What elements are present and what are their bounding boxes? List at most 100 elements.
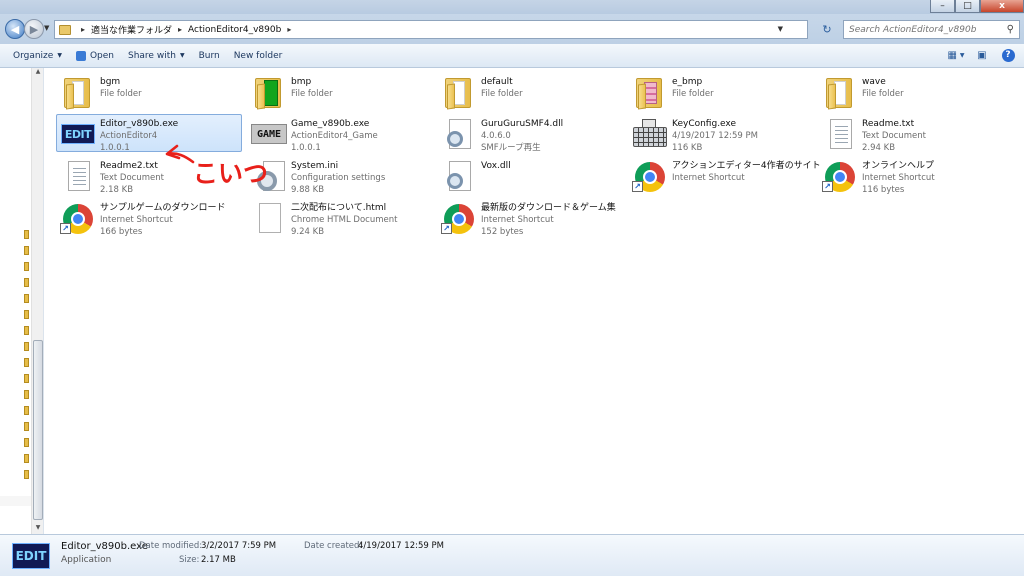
chevron-right-icon[interactable]: ▸ — [287, 25, 291, 34]
folder-pink-icon — [632, 75, 668, 110]
nav-item-icon[interactable] — [24, 390, 29, 399]
scroll-up-icon[interactable]: ▲ — [32, 68, 44, 78]
refresh-button[interactable]: ↻ — [815, 20, 839, 39]
file-item[interactable]: wave File folder — [818, 72, 1004, 110]
chevron-right-icon[interactable]: ▸ — [81, 25, 85, 34]
search-input[interactable] — [849, 24, 999, 35]
organize-button[interactable]: Organize ▼ — [6, 46, 69, 66]
nav-item-icon[interactable] — [24, 294, 29, 303]
close-button[interactable]: x — [980, 0, 1024, 13]
file-name: wave — [862, 77, 886, 87]
file-name: 二次配布について.html — [291, 203, 387, 213]
file-detail-2: 152 bytes — [481, 227, 524, 237]
scroll-thumb[interactable] — [33, 340, 43, 520]
preview-pane-button[interactable]: ▣ — [974, 47, 990, 63]
breadcrumb-current[interactable]: ActionEditor4_v890b — [188, 25, 281, 35]
back-button[interactable]: ◀ — [5, 19, 25, 39]
organize-label: Organize — [13, 50, 54, 61]
file-item[interactable]: default File folder — [437, 72, 623, 110]
address-dropdown-icon[interactable]: ▼ — [778, 25, 783, 33]
file-name: オンラインヘルプ — [862, 161, 935, 171]
folder-icon — [822, 75, 858, 110]
file-name: System.ini — [291, 161, 339, 171]
nav-item-icon[interactable] — [24, 230, 29, 239]
nav-item-icon[interactable] — [24, 454, 29, 463]
nav-item-icon[interactable] — [24, 374, 29, 383]
open-button[interactable]: Open — [69, 46, 121, 66]
folder-icon — [60, 75, 96, 110]
file-detail-1: File folder — [291, 89, 333, 99]
date-created-value: 4/19/2017 12:59 PM — [358, 541, 444, 551]
file-detail-1: Configuration settings — [291, 173, 386, 183]
date-modified-label: Date modified: — [139, 541, 203, 551]
new-folder-button[interactable]: New folder — [227, 46, 290, 66]
file-item[interactable]: e_bmp File folder — [628, 72, 814, 110]
nav-horizontal-scrollbar[interactable] — [0, 496, 31, 506]
file-item[interactable]: ↗ サンプルゲームのダウンロード Internet Shortcut 166 byte… — [56, 198, 242, 237]
file-name: Editor_v890b.exe — [100, 119, 179, 129]
nav-item-icon[interactable] — [24, 406, 29, 415]
help-icon: ? — [1001, 48, 1015, 62]
address-row: ◀ ▶ ▼ ▸ 適当な作業フォルダ ▸ ActionEditor4_v890b … — [0, 14, 1024, 44]
search-box[interactable]: ⚲ — [843, 20, 1020, 39]
arrow-left-icon: ◀ — [10, 22, 20, 36]
nav-item-icon[interactable] — [24, 262, 29, 271]
size-label: Size: — [179, 555, 200, 565]
nav-item-icon[interactable] — [24, 438, 29, 447]
nav-item-icon[interactable] — [24, 358, 29, 367]
search-icon[interactable]: ⚲ — [1007, 24, 1014, 35]
maximize-button[interactable]: □ — [955, 0, 980, 13]
file-name: アクションエディター4作者のサイト — [672, 161, 821, 171]
burn-button[interactable]: Burn — [192, 46, 227, 66]
folder-green-icon — [251, 75, 287, 110]
scroll-down-icon[interactable]: ▼ — [32, 524, 44, 534]
file-item[interactable]: KeyConfig.exe 4/19/2017 12:59 PM 116 KB — [628, 114, 814, 153]
size-value: 2.17 MB — [201, 555, 236, 565]
nav-item-icon[interactable] — [24, 326, 29, 335]
share-with-button[interactable]: Share with ▼ — [121, 46, 192, 66]
nav-item-icon[interactable] — [24, 246, 29, 255]
file-name: GuruGuruSMF4.dll — [481, 119, 564, 129]
file-detail-2: SMFループ再生 — [481, 143, 541, 153]
preview-pane-icon: ▣ — [977, 49, 987, 61]
nav-item-icon[interactable] — [24, 278, 29, 287]
file-detail-2: 116 bytes — [862, 185, 905, 195]
file-item[interactable]: Readme.txt Text Document 2.94 KB — [818, 114, 1004, 153]
burn-label: Burn — [198, 50, 220, 61]
file-item[interactable]: ↗ アクションエディター4作者のサイト Internet Shortcut — [628, 156, 821, 194]
text-document-icon — [60, 159, 96, 193]
keyboard-icon — [632, 117, 668, 151]
file-detail-1: File folder — [672, 89, 714, 99]
dll-icon — [441, 117, 477, 151]
file-item[interactable]: Vox.dll — [437, 156, 623, 194]
nav-item-icon[interactable] — [24, 422, 29, 431]
file-name: Vox.dll — [481, 161, 511, 171]
file-item[interactable]: bmp File folder — [247, 72, 433, 110]
file-item[interactable]: GuruGuruSMF4.dll 4.0.6.0 SMFループ再生 — [437, 114, 623, 153]
change-view-button[interactable]: ▦ ▼ — [947, 47, 964, 63]
chevron-right-icon[interactable]: ▸ — [178, 25, 182, 34]
file-item[interactable]: 二次配布について.html Chrome HTML Document 9.24 KB — [247, 198, 433, 237]
recent-pages-dropdown[interactable]: ▼ — [44, 24, 49, 32]
file-item[interactable]: ↗ 最新版のダウンロード＆ゲーム集 Internet Shortcut 152 byt… — [437, 198, 623, 237]
file-detail-1: Internet Shortcut — [672, 173, 745, 183]
nav-item-icon[interactable] — [24, 342, 29, 351]
refresh-icon: ↻ — [822, 23, 832, 36]
chevron-down-icon: ▼ — [57, 52, 62, 59]
breadcrumb-parent[interactable]: 適当な作業フォルダ — [91, 23, 172, 36]
forward-button[interactable]: ▶ — [24, 19, 44, 39]
view-tiles-icon: ▦ — [947, 49, 957, 61]
file-detail-1: Internet Shortcut — [100, 215, 173, 225]
file-name: bgm — [100, 77, 121, 87]
nav-vertical-scrollbar[interactable]: ▲ ▼ — [31, 68, 43, 534]
edit-app-icon: EDIT — [12, 543, 50, 569]
nav-item-icon[interactable] — [24, 310, 29, 319]
file-item[interactable]: ↗ オンラインヘルプ Internet Shortcut 116 bytes — [818, 156, 1004, 195]
file-detail-1: ActionEditor4 — [100, 131, 158, 141]
file-item[interactable]: bgm File folder — [56, 72, 242, 110]
minimize-button[interactable]: – — [930, 0, 955, 13]
help-button[interactable]: ? — [1000, 47, 1016, 63]
file-detail-2: 166 bytes — [100, 227, 143, 237]
address-bar[interactable]: ▸ 適当な作業フォルダ ▸ ActionEditor4_v890b ▸ ▼ — [54, 20, 808, 39]
nav-item-icon[interactable] — [24, 470, 29, 479]
